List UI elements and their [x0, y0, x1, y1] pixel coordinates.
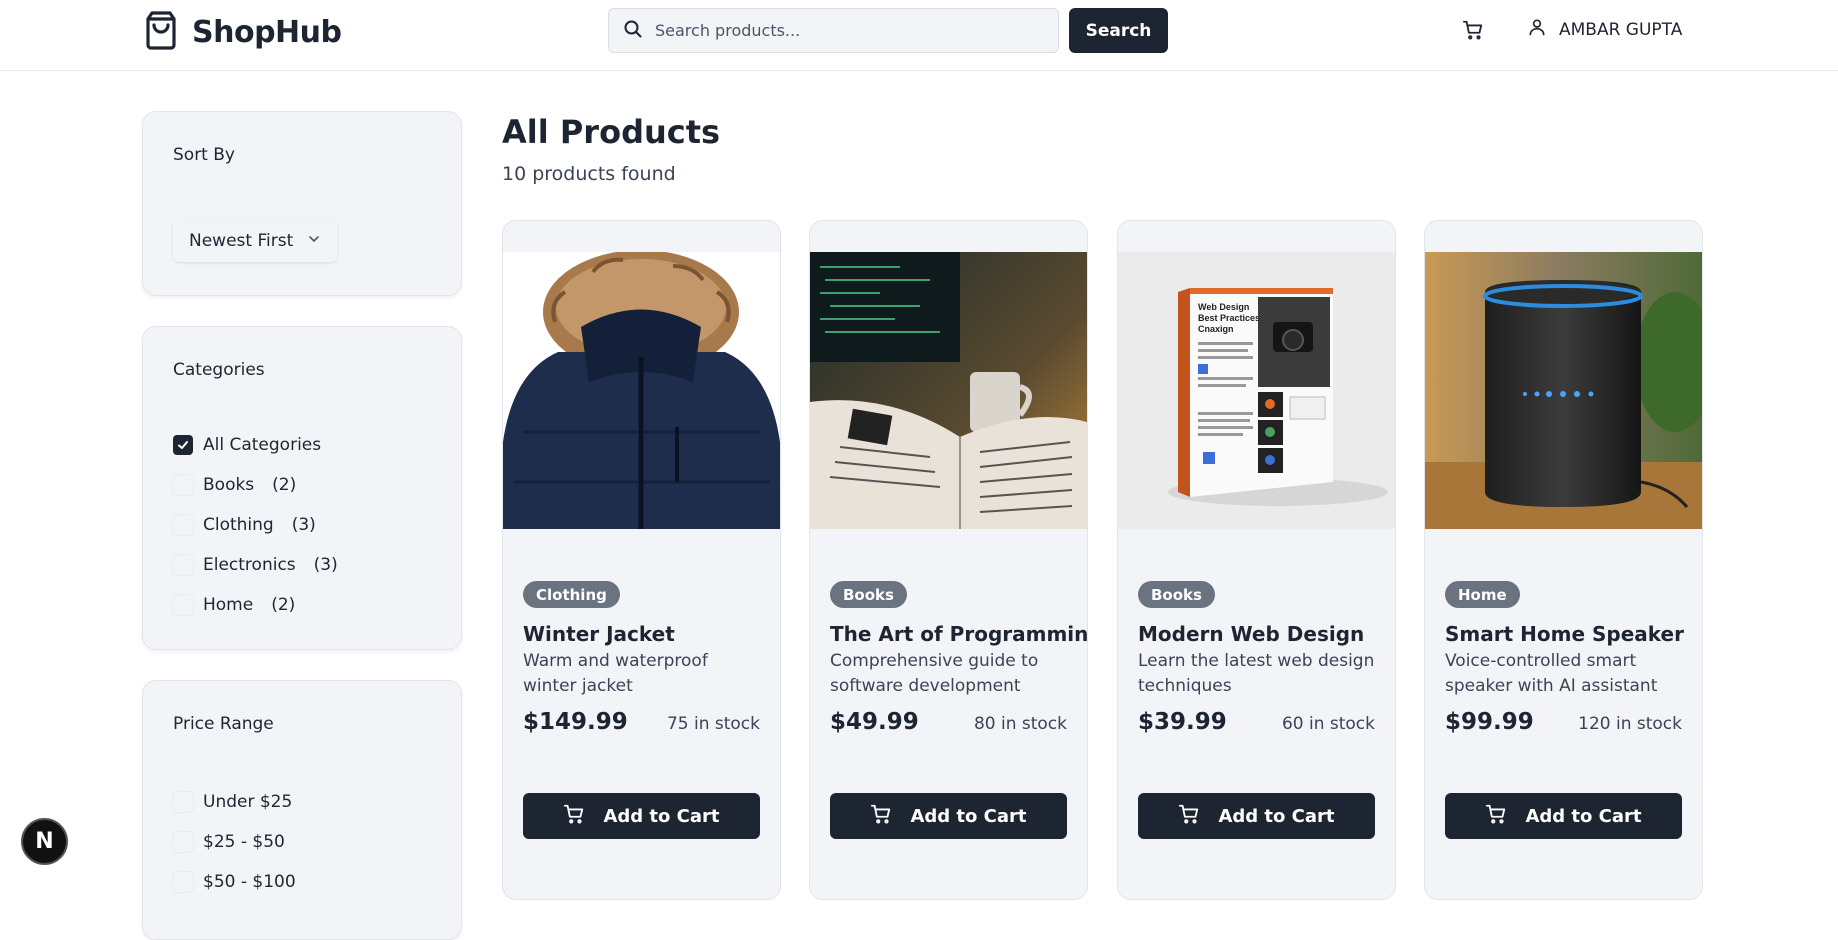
price-label: $50 - $100: [203, 872, 296, 892]
add-to-cart-button[interactable]: Add to Cart: [830, 793, 1067, 839]
product-card[interactable]: Web Design Best Practices Cnaxign Books …: [1117, 220, 1396, 900]
category-badge: Clothing: [523, 581, 620, 608]
sort-title: Sort By: [173, 145, 235, 165]
product-image-smart-speaker[interactable]: [1425, 252, 1702, 529]
book-cover-title-2: Best Practices: [1198, 313, 1260, 323]
checkbox[interactable]: [173, 832, 193, 852]
category-books[interactable]: Books (2): [173, 475, 296, 495]
product-name[interactable]: The Art of Programming: [830, 622, 1087, 646]
product-image-programming-book[interactable]: [810, 252, 1087, 529]
product-name[interactable]: Winter Jacket: [523, 622, 675, 646]
product-stock: 75 in stock: [666, 714, 760, 734]
product-name[interactable]: Modern Web Design: [1138, 622, 1364, 646]
cart-icon: [870, 803, 892, 830]
cart-icon[interactable]: [1462, 19, 1484, 45]
user-menu[interactable]: AMBAR GUPTA: [1527, 17, 1682, 42]
add-to-cart-label: Add to Cart: [1218, 805, 1335, 827]
category-label: Home: [203, 595, 254, 615]
category-count: (3): [291, 515, 316, 535]
product-stock: 80 in stock: [973, 714, 1067, 734]
product-stock: 60 in stock: [1281, 714, 1375, 734]
price-under-25[interactable]: Under $25: [173, 792, 292, 812]
sort-selected-value: Newest First: [189, 231, 294, 251]
category-label: All Categories: [203, 435, 322, 455]
search-field[interactable]: [608, 8, 1059, 53]
price-title: Price Range: [173, 714, 274, 734]
cart-icon: [563, 803, 585, 830]
category-all[interactable]: All Categories: [173, 435, 321, 455]
book-cover-title-3: Cnaxign: [1198, 324, 1234, 334]
product-card[interactable]: Books The Art of Programming Comprehensi…: [809, 220, 1088, 900]
book-cover-title-1: Web Design: [1198, 302, 1249, 312]
shopping-bag-icon: [142, 10, 180, 54]
category-count: (2): [272, 475, 297, 495]
add-to-cart-button[interactable]: Add to Cart: [1138, 793, 1375, 839]
sort-select[interactable]: Newest First: [173, 220, 338, 262]
product-image-web-design-book[interactable]: Web Design Best Practices Cnaxign: [1118, 252, 1395, 529]
add-to-cart-button[interactable]: Add to Cart: [523, 793, 760, 839]
category-count: (3): [313, 555, 338, 575]
cart-icon: [1178, 803, 1200, 830]
category-label: Clothing: [203, 515, 274, 535]
chevron-down-icon: [307, 231, 321, 251]
category-badge: Books: [1138, 581, 1215, 608]
product-description: Warm and waterproof winter jacket: [523, 651, 708, 696]
category-clothing[interactable]: Clothing (3): [173, 515, 316, 535]
checkbox[interactable]: [173, 515, 193, 535]
category-count: (2): [271, 595, 296, 615]
category-label: Electronics: [203, 555, 296, 575]
product-card[interactable]: Clothing Winter Jacket Warm and waterpro…: [502, 220, 781, 900]
sort-panel: Sort By Newest First: [142, 111, 462, 296]
checkbox[interactable]: [173, 475, 193, 495]
categories-panel: Categories All Categories Books (2) Clot…: [142, 326, 462, 650]
product-name[interactable]: Smart Home Speaker: [1445, 622, 1684, 646]
page-title: All Products: [502, 113, 721, 151]
top-header: ShopHub Search AMBAR GUPTA: [0, 0, 1838, 71]
price-label: Under $25: [203, 792, 293, 812]
category-badge: Home: [1445, 581, 1520, 608]
user-icon: [1527, 17, 1547, 42]
price-50-100[interactable]: $50 - $100: [173, 872, 296, 892]
search-input[interactable]: [655, 21, 1035, 40]
checkbox[interactable]: [173, 872, 193, 892]
category-label: Books: [203, 475, 255, 495]
cart-icon: [1485, 803, 1507, 830]
search-icon: [623, 19, 643, 43]
product-card[interactable]: Home Smart Home Speaker Voice-controlled…: [1424, 220, 1703, 900]
category-home[interactable]: Home (2): [173, 595, 295, 615]
price-label: $25 - $50: [203, 832, 285, 852]
product-price: $149.99: [523, 709, 628, 735]
product-price: $99.99: [1445, 709, 1534, 735]
product-price: $49.99: [830, 709, 919, 735]
category-badge: Books: [830, 581, 907, 608]
dev-tools-badge[interactable]: N: [21, 818, 68, 865]
product-description: Comprehensive guide to software developm…: [830, 651, 1039, 696]
checkbox[interactable]: [173, 555, 193, 575]
product-description: Learn the latest web design techniques: [1138, 651, 1375, 696]
checkbox[interactable]: [173, 792, 193, 812]
add-to-cart-label: Add to Cart: [603, 805, 720, 827]
brand-name: ShopHub: [192, 14, 342, 50]
product-image-jacket[interactable]: [503, 252, 780, 529]
product-price: $39.99: [1138, 709, 1227, 735]
search-button[interactable]: Search: [1069, 8, 1168, 53]
price-panel: Price Range Under $25 $25 - $50 $50 - $1…: [142, 680, 462, 940]
checkbox[interactable]: [173, 595, 193, 615]
add-to-cart-button[interactable]: Add to Cart: [1445, 793, 1682, 839]
products-count: 10 products found: [502, 163, 676, 185]
categories-title: Categories: [173, 360, 265, 380]
product-description: Voice-controlled smart speaker with AI a…: [1445, 651, 1658, 696]
price-25-50[interactable]: $25 - $50: [173, 832, 285, 852]
category-electronics[interactable]: Electronics (3): [173, 555, 338, 575]
user-name: AMBAR GUPTA: [1559, 19, 1683, 40]
add-to-cart-label: Add to Cart: [1525, 805, 1642, 827]
add-to-cart-label: Add to Cart: [910, 805, 1027, 827]
brand-logo[interactable]: ShopHub: [142, 10, 342, 54]
checkbox-checked[interactable]: [173, 435, 193, 455]
product-stock: 120 in stock: [1578, 714, 1682, 734]
